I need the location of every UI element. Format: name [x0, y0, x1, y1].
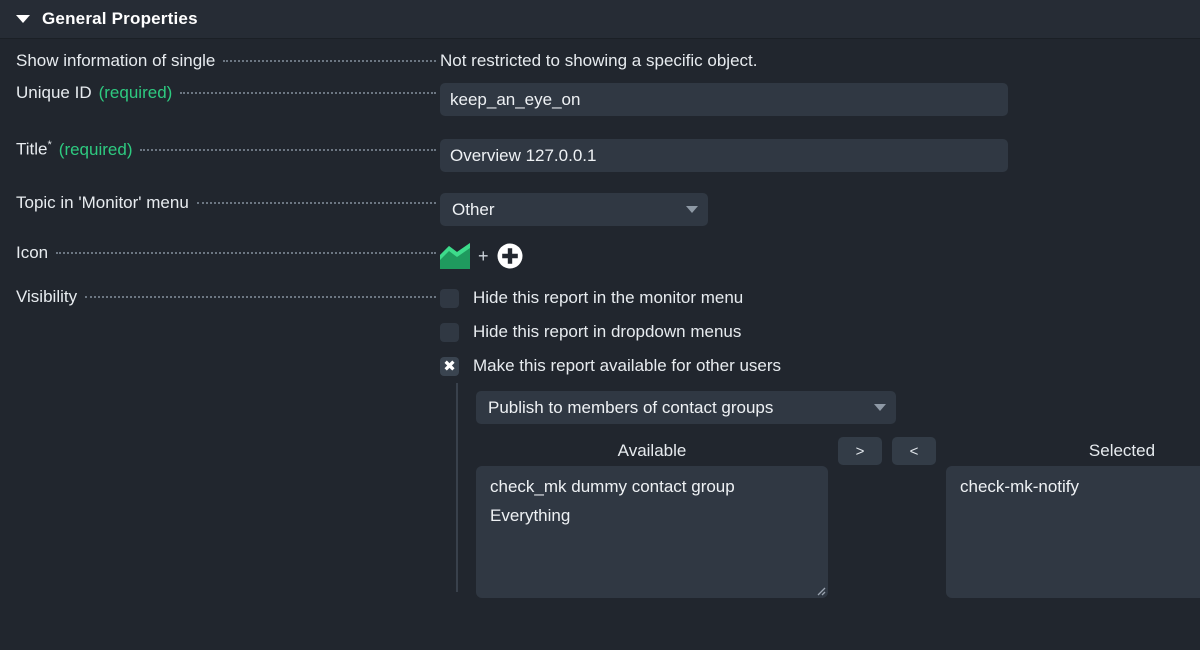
label-cell-visibility: Visibility: [0, 281, 440, 307]
topic-select-value: Other: [452, 200, 678, 220]
leader-dots: [223, 59, 436, 62]
checkbox-hide-in-monitor-menu[interactable]: [440, 289, 459, 308]
plus-circle-icon[interactable]: [497, 243, 523, 269]
transfer-buttons: > <: [828, 436, 946, 466]
value-cell-topic: Other: [440, 193, 1200, 226]
checkbox-row-available-for-other-users[interactable]: ✖ Make this report available for other u…: [440, 349, 1200, 383]
available-header: Available: [476, 436, 828, 466]
row-unique-id: Unique ID (required): [0, 83, 1200, 139]
publish-scope-value: Publish to members of contact groups: [488, 398, 866, 418]
label-cell-topic: Topic in 'Monitor' menu: [0, 193, 440, 213]
leader-dots: [56, 251, 436, 254]
checkbox-row-hide-in-dropdown-menus[interactable]: Hide this report in dropdown menus: [440, 315, 1200, 349]
leader-dots: [197, 201, 436, 204]
checkbox-row-hide-in-monitor-menu[interactable]: Hide this report in the monitor menu: [440, 281, 1200, 315]
leader-dots: [140, 148, 436, 151]
caret-down-icon[interactable]: [16, 15, 30, 23]
required-star: *: [48, 139, 52, 151]
value-cell-title: [440, 139, 1200, 172]
checkbox-label-hide-in-monitor-menu: Hide this report in the monitor menu: [473, 288, 743, 308]
label-icon: Icon: [16, 243, 48, 263]
chevron-down-icon: [874, 404, 886, 411]
general-properties-form: Show information of single Not restricte…: [0, 39, 1200, 598]
leader-dots: [85, 295, 436, 298]
required-marker-unique-id: (required): [99, 83, 173, 103]
title-input[interactable]: [440, 139, 1008, 172]
label-single-object: Show information of single: [16, 51, 215, 71]
row-visibility: Visibility Hide this report in the monit…: [0, 281, 1200, 598]
label-title: Title*: [16, 139, 52, 160]
row-topic: Topic in 'Monitor' menu Other: [0, 193, 1200, 243]
row-single-object: Show information of single Not restricte…: [0, 51, 1200, 83]
checkbox-available-for-other-users[interactable]: ✖: [440, 357, 459, 376]
row-icon: Icon +: [0, 243, 1200, 281]
available-listbox[interactable]: check_mk dummy contact group Everything: [476, 466, 828, 598]
label-cell-icon: Icon: [0, 243, 440, 263]
label-unique-id: Unique ID: [16, 83, 92, 103]
label-cell-unique-id: Unique ID (required): [0, 83, 440, 103]
leader-dots: [180, 91, 436, 94]
move-left-button[interactable]: <: [892, 437, 936, 465]
required-marker-title: (required): [59, 140, 133, 160]
checkbox-label-available-for-other-users: Make this report available for other use…: [473, 356, 781, 376]
value-cell-icon: +: [440, 243, 1200, 269]
label-visibility: Visibility: [16, 287, 77, 307]
selected-listbox[interactable]: check-mk-notify: [946, 466, 1200, 598]
area-chart-icon[interactable]: [440, 243, 470, 269]
contact-groups-dual-list: Available check_mk dummy contact group E…: [476, 436, 1200, 598]
publish-scope-select[interactable]: Publish to members of contact groups: [476, 391, 896, 424]
list-item[interactable]: check_mk dummy contact group: [476, 473, 828, 502]
label-topic: Topic in 'Monitor' menu: [16, 193, 189, 213]
selected-header: Selected: [946, 436, 1200, 466]
list-item[interactable]: Everything: [476, 502, 828, 531]
selected-column: Selected check-mk-notify: [946, 436, 1200, 598]
move-right-button[interactable]: >: [838, 437, 882, 465]
resize-handle-icon[interactable]: [814, 584, 826, 596]
checkbox-hide-in-dropdown-menus[interactable]: [440, 323, 459, 342]
single-object-value: Not restricted to showing a specific obj…: [440, 51, 757, 70]
chevron-down-icon: [686, 206, 698, 213]
section-header-general-properties[interactable]: General Properties: [0, 0, 1200, 39]
list-item[interactable]: check-mk-notify: [946, 473, 1200, 502]
available-column: Available check_mk dummy contact group E…: [476, 436, 828, 598]
plus-separator: +: [478, 247, 489, 265]
publish-settings-block: Publish to members of contact groups Ava…: [456, 383, 1200, 598]
section-title: General Properties: [42, 9, 198, 29]
check-x-icon: ✖: [443, 359, 456, 374]
value-cell-visibility: Hide this report in the monitor menu Hid…: [440, 281, 1200, 598]
value-cell-single-object: Not restricted to showing a specific obj…: [440, 51, 1200, 71]
unique-id-input[interactable]: [440, 83, 1008, 116]
value-cell-unique-id: [440, 83, 1200, 116]
row-title: Title* (required): [0, 139, 1200, 193]
label-cell-title: Title* (required): [0, 139, 440, 160]
checkbox-label-hide-in-dropdown-menus: Hide this report in dropdown menus: [473, 322, 741, 342]
icon-chooser[interactable]: +: [440, 243, 1200, 269]
label-cell-single-object: Show information of single: [0, 51, 440, 71]
topic-select[interactable]: Other: [440, 193, 708, 226]
